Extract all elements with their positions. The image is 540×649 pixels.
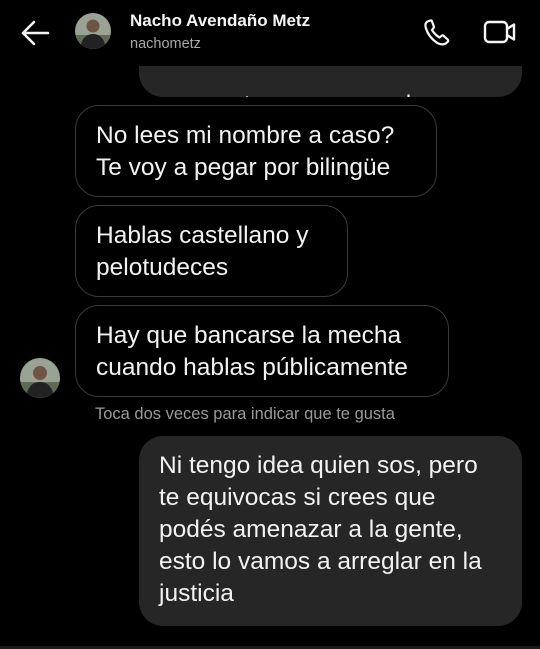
chat-header: Nacho Avendaño Metz nachometz <box>0 0 540 66</box>
message-bubble-incoming[interactable]: Hablas castellano y pelotudeces <box>75 205 348 297</box>
message-thread[interactable]: y me estas amenazando No lees mi nombre … <box>0 0 540 649</box>
message-bubble-incoming[interactable]: No lees mi nombre a caso? Te voy a pegar… <box>75 105 437 197</box>
message-text: y me estas amenazando <box>158 89 522 97</box>
video-camera-icon[interactable] <box>482 16 518 48</box>
avatar[interactable] <box>75 13 111 49</box>
message-bubble-incoming[interactable]: Hay que bancarse la mecha cuando hablas … <box>75 305 449 397</box>
contact-name[interactable]: Nacho Avendaño Metz <box>130 11 310 31</box>
sender-avatar[interactable] <box>20 358 60 398</box>
message-bubble-outgoing[interactable]: Ni tengo idea quien sos, pero te equivoc… <box>139 436 522 626</box>
arrow-left-icon[interactable] <box>18 16 52 50</box>
contact-handle[interactable]: nachometz <box>130 36 201 52</box>
double-tap-like-hint: Toca dos veces para indicar que te gusta <box>95 405 395 423</box>
phone-icon[interactable] <box>421 16 453 48</box>
